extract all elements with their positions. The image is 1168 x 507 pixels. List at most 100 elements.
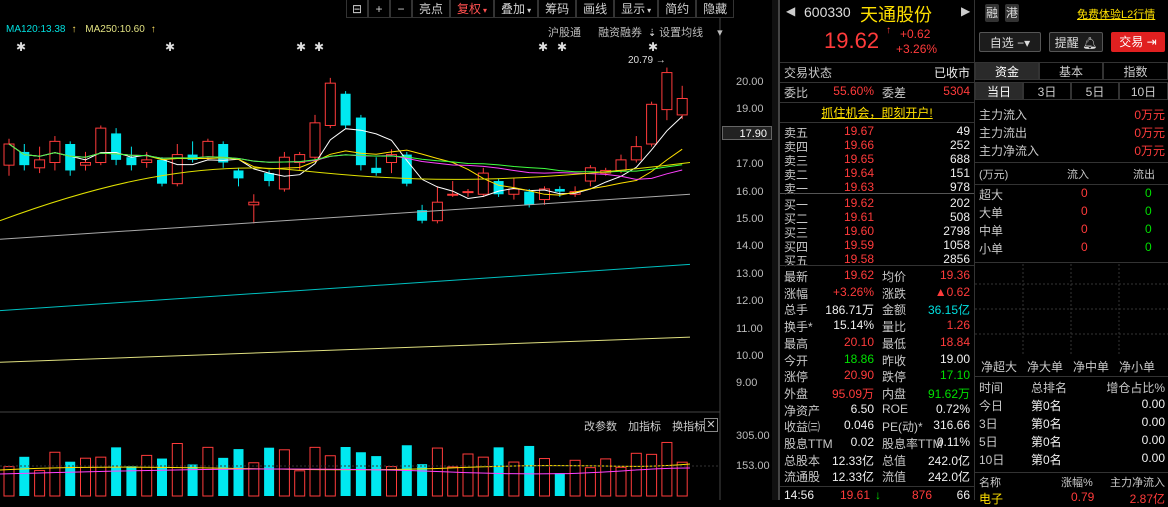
volume-bar [462, 453, 474, 497]
volume-bar [646, 453, 658, 497]
event-star-icon[interactable]: ✱ [648, 40, 658, 54]
stat-row: 总股本 12.33亿 总值 242.0亿 [784, 453, 970, 468]
ask-row[interactable]: 卖五 19.67 49 [780, 124, 974, 140]
toolbar-simple-button[interactable]: 简约 [658, 0, 697, 18]
watchlist-button[interactable]: 自选 −▾ [979, 32, 1041, 52]
zoom-out-icon[interactable]: − [390, 0, 412, 18]
chart-toolbar: ⊟ + − 亮点 复权 ▾ 叠加 ▾ 筹码 画线 显示 ▾ 简约 隐藏 [346, 0, 735, 18]
price-axis-label: 19.00 [736, 103, 764, 116]
volume-bar [524, 445, 535, 496]
trade-button[interactable]: 交易 ⇥ [1111, 32, 1165, 52]
stat-row: 今开 18.86 昨收 19.00 [784, 351, 970, 368]
event-star-icon[interactable]: ✱ [296, 40, 306, 54]
stat-row: 外盘 95.09万 内盘 91.62万 [784, 386, 970, 401]
event-star-icon[interactable]: ✱ [165, 40, 175, 54]
edit-params-button[interactable]: 改参数 [584, 421, 617, 433]
status-label: 交易状态 [784, 66, 833, 80]
stat-row: 涨幅 +3.26% 涨跌 ▲0.62 [784, 284, 970, 301]
stat-row: 最高 20.10 最低 18.84 [784, 334, 970, 351]
bid-row[interactable]: 买三 19.60 2798 [780, 224, 974, 240]
volume-bar [95, 456, 107, 497]
net-flow-label: 净超大 [981, 360, 1018, 374]
ask-row[interactable]: 卖三 19.65 688 [780, 152, 974, 168]
toolbar-chips-button[interactable]: 筹码 [538, 0, 577, 18]
flow-row: 主力流出 0万元 [979, 126, 1165, 140]
rank-row: 3日 第0名 0.00 [979, 415, 1165, 431]
next-stock-icon[interactable]: ▶ [961, 4, 970, 18]
close-indicator-icon[interactable]: ✕ [704, 418, 718, 432]
weicha-value: 5304 [943, 84, 970, 98]
rank-row: 今日 第0名 0.00 [979, 397, 1165, 413]
switch-indicator-button[interactable]: 换指标 [672, 421, 705, 433]
event-star-icon[interactable]: ✱ [557, 40, 567, 54]
add-indicator-button[interactable]: 加指标 [628, 421, 661, 433]
ma120-arrow-icon: ↑ [71, 24, 77, 35]
bid-row[interactable]: 买二 19.61 508 [780, 210, 974, 226]
period-3d[interactable]: 3日 [1023, 82, 1071, 100]
stat-row: 最新 19.62 均价 19.36 [784, 268, 970, 284]
flow-table-row: 中单 0 0 [979, 222, 1152, 238]
net-flow-label: 净小单 [1119, 360, 1156, 374]
event-star-icon[interactable]: ✱ [314, 40, 324, 54]
kline-chart-area[interactable]: ⊟ + − 亮点 复权 ▾ 叠加 ▾ 筹码 画线 显示 ▾ 简约 隐藏 MA120:1… [0, 0, 778, 500]
ask-row[interactable]: 卖二 19.64 151 [780, 166, 974, 182]
exit-icon: ⇥ [1146, 35, 1157, 49]
zoom-in-icon[interactable]: + [368, 0, 390, 18]
price-change-pct: +3.26% [896, 42, 938, 56]
stat-row: 收益㈢ 0.046 PE(动)* 316.66 [784, 418, 970, 435]
ask-row[interactable]: 卖一 19.63 978 [780, 180, 974, 196]
rank-row: 10日 第0名 0.00 [979, 451, 1165, 467]
stock-code: 600330 [804, 4, 851, 20]
candle-body [584, 167, 596, 182]
sector-row[interactable]: 电子 0.79 2.87亿 [975, 490, 1168, 507]
bid-row[interactable]: 买一 19.62 202 [780, 196, 974, 212]
flow-table-header: (万元) 流入 流出 [979, 169, 1155, 181]
indicator-tabs: 改参数 加指标 换指标 [584, 418, 713, 434]
bell-icon: 🔔︎ [1082, 36, 1098, 50]
period-10d[interactable]: 10日 [1119, 82, 1168, 100]
toolbar-highlight-button[interactable]: 亮点 [412, 0, 451, 18]
volume-bar [278, 449, 290, 497]
toolbar-overlay-button[interactable]: 叠加 ▾ [494, 0, 539, 18]
stat-row: 股息TTM 0.02 股息率TTM 0.11% [784, 435, 970, 451]
volume-bar [584, 467, 596, 497]
volume-bar [554, 473, 565, 496]
event-star-icon[interactable]: ✱ [16, 40, 26, 54]
candle-body [157, 159, 167, 184]
toolbar-display-button[interactable]: 显示 ▾ [614, 0, 659, 18]
margin-tag[interactable]: 融 [985, 4, 999, 22]
volume-axis-label: 305.00 [736, 430, 770, 442]
ask-row[interactable]: 卖四 19.66 252 [780, 138, 974, 154]
net-flow-chart [975, 264, 1168, 354]
toolbar-hide-button[interactable]: 隐藏 [696, 0, 735, 18]
candle-body [615, 159, 627, 171]
period-today[interactable]: 当日 [975, 82, 1023, 100]
volume-bar [661, 441, 673, 497]
tab-ma-settings[interactable]: 设置均线 ▾ [659, 27, 723, 39]
l2-trial-link[interactable]: 免费体验L2行情 [1077, 6, 1155, 22]
promo-link[interactable]: 抓住机会，即刻开户! [780, 104, 974, 121]
period-5d[interactable]: 5日 [1071, 82, 1119, 100]
volume-bar [676, 461, 688, 497]
flow-table-row: 大单 0 0 [979, 204, 1152, 220]
prev-stock-icon[interactable]: ◀ [786, 4, 795, 18]
candle-body [202, 140, 214, 158]
toolbar-adjust-button[interactable]: 复权 ▾ [450, 0, 495, 18]
bid-row[interactable]: 买五 19.58 2856 [780, 252, 974, 268]
tab-basic[interactable]: 基本 [1039, 62, 1103, 80]
high-price-label: 20.79 → [628, 55, 666, 66]
event-marker-icon[interactable]: ⇣ [648, 28, 656, 39]
bid-row[interactable]: 买四 19.59 1058 [780, 238, 974, 254]
lock-icon[interactable]: ⊟ [346, 0, 368, 18]
tab-hk-connect[interactable]: 沪股通 [548, 27, 581, 39]
tab-funds[interactable]: 资金 [975, 62, 1039, 80]
alert-button[interactable]: 提醒 🔔︎ [1049, 32, 1103, 52]
volume-bar [49, 451, 61, 497]
tab-margin[interactable]: 融资融券 [598, 27, 642, 39]
toolbar-draw-button[interactable]: 画线 [576, 0, 615, 18]
stat-row: 总手 186.71万 金额 36.15亿 [784, 303, 970, 318]
price-axis-label: 20.00 [736, 76, 764, 88]
event-star-icon[interactable]: ✱ [538, 40, 548, 54]
tab-index[interactable]: 指数 [1103, 62, 1168, 80]
hk-tag[interactable]: 港 [1005, 4, 1019, 22]
